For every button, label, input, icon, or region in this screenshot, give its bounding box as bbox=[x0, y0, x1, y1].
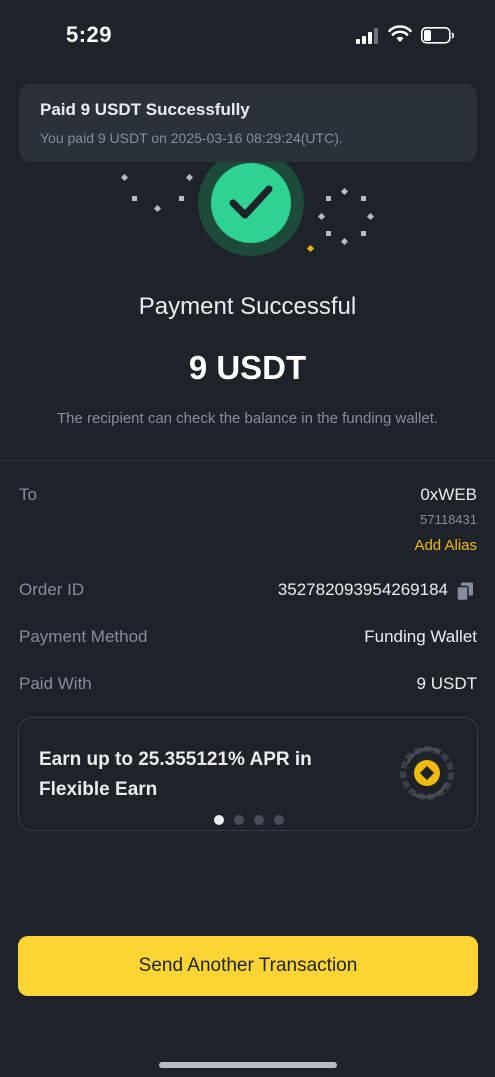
success-graphic bbox=[0, 150, 495, 265]
toast-title: Paid 9 USDT Successfully bbox=[40, 100, 250, 119]
pager-dot[interactable] bbox=[274, 815, 284, 825]
payment-toast[interactable]: Paid 9 USDT Successfully You paid 9 USDT… bbox=[19, 84, 477, 162]
paid-with-label: Paid With bbox=[19, 674, 92, 693]
copy-icon[interactable] bbox=[456, 582, 474, 601]
payment-method-label: Payment Method bbox=[19, 627, 148, 646]
funding-wallet-note: The recipient can check the balance in t… bbox=[56, 410, 439, 427]
page-title: Payment Successful bbox=[138, 293, 357, 320]
cellular-signal-icon bbox=[356, 28, 380, 44]
confetti-dot bbox=[340, 237, 349, 246]
order-id-value: 352782093954269184 bbox=[277, 580, 448, 599]
confetti-dot bbox=[326, 231, 331, 236]
battery-low-icon bbox=[421, 27, 455, 44]
order-id-label: Order ID bbox=[19, 580, 85, 599]
pager-dot[interactable] bbox=[234, 815, 244, 825]
promo-pager[interactable] bbox=[19, 815, 479, 825]
confetti-dot bbox=[153, 204, 162, 213]
payment-amount: 9 USDT bbox=[188, 349, 307, 386]
checkmark-icon bbox=[211, 163, 291, 243]
confetti-dot bbox=[317, 212, 326, 221]
confetti-dot bbox=[132, 196, 137, 201]
earn-promo-card[interactable]: Earn up to 25.355121% APR in Flexible Ea… bbox=[18, 717, 478, 831]
confetti-dot bbox=[366, 212, 375, 221]
payment-method-value: Funding Wallet bbox=[364, 627, 477, 646]
confetti-dot bbox=[326, 196, 331, 201]
status-time: 5:29 bbox=[66, 22, 113, 47]
pager-dot[interactable] bbox=[254, 815, 264, 825]
promo-text: Earn up to 25.355121% APR in Flexible Ea… bbox=[39, 749, 312, 800]
confetti-dot bbox=[340, 187, 349, 196]
status-bar: 5:29 bbox=[0, 0, 495, 72]
confetti-dot bbox=[306, 244, 315, 253]
send-another-transaction-button[interactable]: Send Another Transaction bbox=[18, 936, 478, 996]
add-alias-link[interactable]: Add Alias bbox=[414, 537, 477, 554]
to-label: To bbox=[19, 485, 37, 504]
wifi-icon bbox=[388, 25, 412, 42]
home-indicator[interactable] bbox=[159, 1062, 337, 1068]
section-divider bbox=[0, 460, 495, 461]
recipient-name: 0xWEB bbox=[420, 485, 477, 504]
recipient-id: 57118431 bbox=[420, 512, 477, 527]
confetti-dot bbox=[179, 196, 184, 201]
toast-subtitle: You paid 9 USDT on 2025-03-16 08:29:24(U… bbox=[40, 130, 343, 146]
pager-dot-active[interactable] bbox=[214, 815, 224, 825]
payment-success-screen: 5:29 Paid 9 USDT Successfully You paid 9… bbox=[0, 0, 495, 1077]
confetti-dot bbox=[185, 173, 194, 182]
confetti-dot bbox=[361, 231, 366, 236]
confetti-dot bbox=[120, 173, 129, 182]
confetti-dot bbox=[361, 196, 366, 201]
flexible-earn-coin-icon bbox=[400, 746, 454, 800]
paid-with-value: 9 USDT bbox=[416, 674, 477, 693]
